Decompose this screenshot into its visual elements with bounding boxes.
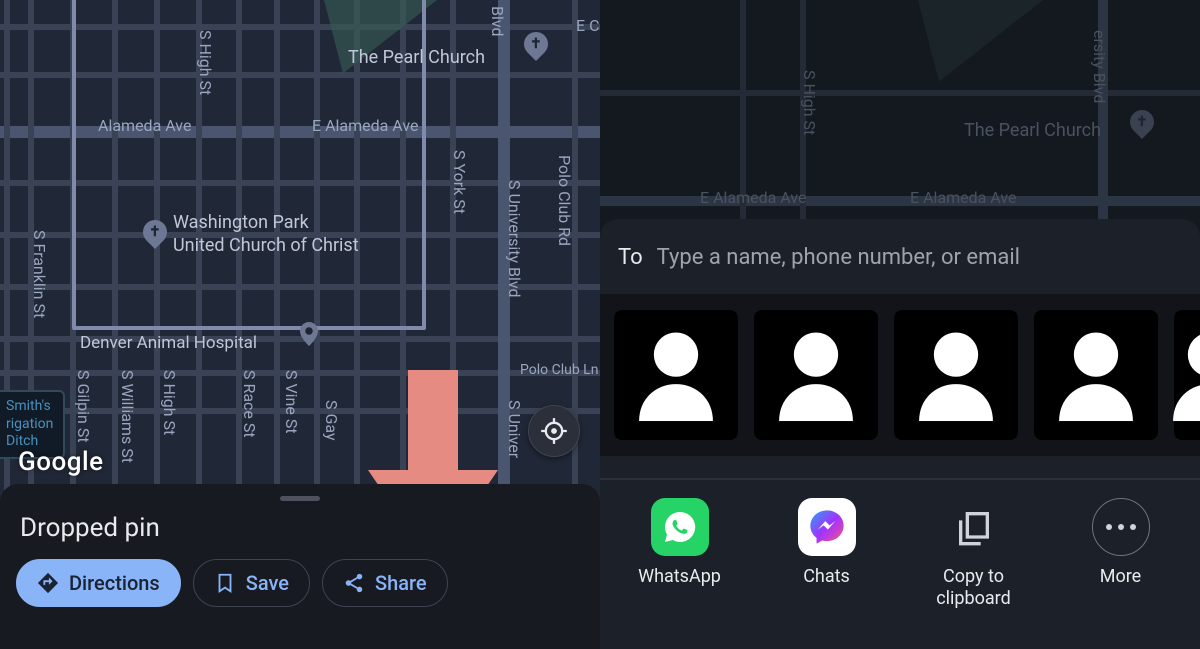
to-recipient-row[interactable]: To Type a name, phone number, or email xyxy=(600,237,1200,286)
share-target-more[interactable]: More xyxy=(1056,498,1186,609)
chip-label: Save xyxy=(246,571,289,595)
road-label: S Race St xyxy=(240,370,259,438)
share-target-chats[interactable]: Chats xyxy=(762,498,892,609)
google-logo: Google xyxy=(18,447,104,477)
contact-tile[interactable] xyxy=(754,310,878,440)
directions-icon xyxy=(37,572,59,594)
road-label: E Alameda Ave xyxy=(312,116,418,135)
poi-text: Washington Park xyxy=(173,212,309,233)
more-icon xyxy=(1092,498,1150,556)
share-target-label: WhatsApp xyxy=(638,566,721,588)
share-target-whatsapp[interactable]: WhatsApp xyxy=(615,498,745,609)
sheet-title: Dropped pin xyxy=(20,513,584,543)
messenger-icon xyxy=(798,498,856,556)
locate-icon xyxy=(540,417,568,445)
road-label: S York St xyxy=(450,150,469,214)
share-target-label: More xyxy=(1100,566,1141,588)
directions-button[interactable]: Directions xyxy=(16,559,181,607)
share-button[interactable]: Share xyxy=(322,559,448,607)
contacts-row[interactable] xyxy=(600,294,1200,456)
road-label: Polo Club Ln xyxy=(520,362,598,378)
road-label: S Gilpin St xyxy=(74,370,93,443)
left-panel: ✝ The Pearl Church Alameda Ave E Alameda… xyxy=(0,0,600,649)
road-label: S High St xyxy=(160,370,179,435)
avatar-icon xyxy=(631,325,721,421)
dropped-pin-sheet[interactable]: Dropped pin Directions Save Share xyxy=(0,484,600,649)
road-label: S Williams St xyxy=(118,370,137,463)
to-input[interactable]: Type a name, phone number, or email xyxy=(657,245,1020,270)
poi-text: United Church of Christ xyxy=(173,235,359,256)
share-targets-row: WhatsApp Chats Cop xyxy=(600,498,1200,609)
road-label: ersity Blvd xyxy=(1090,30,1109,103)
share-target-label: Copy to clipboard xyxy=(909,566,1039,609)
road-label: S Gay xyxy=(322,400,341,441)
road-label: Alameda Ave xyxy=(98,116,191,135)
drag-handle-icon[interactable] xyxy=(280,496,320,501)
poi-label: The Pearl Church xyxy=(964,120,1101,143)
road-label: Blvd xyxy=(488,6,507,37)
church-icon: ✝ xyxy=(519,27,553,61)
avatar-icon xyxy=(771,325,861,421)
share-target-label: Chats xyxy=(803,566,850,588)
avatar-icon xyxy=(911,325,1001,421)
poi-label: Washington Park United Church of Christ xyxy=(173,212,359,257)
right-panel: S High St ersity Blvd ✝ The Pearl Church… xyxy=(600,0,1200,649)
action-row: Directions Save Share xyxy=(16,559,584,607)
to-label: To xyxy=(618,245,643,270)
contact-tile[interactable] xyxy=(894,310,1018,440)
bookmark-icon xyxy=(214,572,236,594)
chip-label: Share xyxy=(375,571,427,595)
road-label: E Alameda Ave xyxy=(910,188,1016,207)
contact-tile[interactable] xyxy=(1174,310,1200,440)
road-label: S High St xyxy=(800,70,819,135)
avatar-icon xyxy=(1051,325,1141,421)
hospital-icon xyxy=(300,322,318,350)
chip-label: Directions xyxy=(69,571,160,595)
road-label: S High St xyxy=(196,30,215,95)
divider xyxy=(600,478,1200,480)
poi-label: The Pearl Church xyxy=(348,47,485,70)
road-label: Polo Club Rd xyxy=(555,155,574,246)
road-label: E C xyxy=(576,16,599,35)
church-icon: ✝ xyxy=(1125,105,1159,139)
locate-me-button[interactable] xyxy=(528,405,580,457)
share-icon xyxy=(343,572,365,594)
contact-tile[interactable] xyxy=(614,310,738,440)
whatsapp-icon xyxy=(651,498,709,556)
road-label: S Vine St xyxy=(282,370,301,434)
road-label: S Univer xyxy=(505,400,524,458)
save-button[interactable]: Save xyxy=(193,559,310,607)
road-label: E Alameda Ave xyxy=(700,188,806,207)
poi-label: Denver Animal Hospital xyxy=(80,333,257,354)
road-label: S Franklin St xyxy=(30,230,49,318)
share-target-copy[interactable]: Copy to clipboard xyxy=(909,498,1039,609)
road-label: S University Blvd xyxy=(505,180,524,298)
share-sheet[interactable]: To Type a name, phone number, or email xyxy=(600,219,1200,649)
avatar-icon xyxy=(1165,325,1200,421)
copy-icon xyxy=(945,498,1003,556)
contact-tile[interactable] xyxy=(1034,310,1158,440)
